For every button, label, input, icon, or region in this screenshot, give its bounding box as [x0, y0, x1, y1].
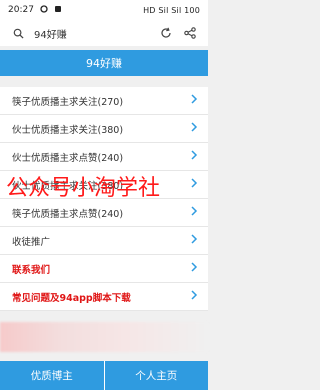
tab-profile[interactable]: 个人主页: [103, 361, 208, 390]
chevron-right-icon: [190, 150, 198, 163]
status-indicators: HD Sil Sil 100: [143, 5, 200, 15]
menu-item-faq-download[interactable]: 常见问题及94app脚本下载: [0, 283, 208, 311]
status-time: 20:27: [8, 5, 34, 15]
menu-item-huoshi-follow-2[interactable]: 伙士优质播主求关注(380): [0, 171, 208, 199]
refresh-icon[interactable]: [158, 25, 174, 41]
chevron-right-icon: [190, 262, 198, 275]
chevron-right-icon: [190, 290, 198, 303]
menu-item-huoshi-follow[interactable]: 伙士优质播主求关注(380): [0, 115, 208, 143]
chevron-right-icon: [190, 94, 198, 107]
search-row: 94好赚: [0, 20, 208, 46]
notification-icon: [40, 4, 48, 16]
page-title: 94好赚: [0, 50, 208, 76]
menu-item-label: 筷子优质播主求点赞(240): [12, 208, 124, 220]
chevron-right-icon: [190, 206, 198, 219]
menu-item-referral[interactable]: 收徒推广: [0, 227, 208, 255]
share-icon[interactable]: [182, 25, 198, 41]
menu-item-label: 常见问题及94app脚本下载: [12, 292, 131, 304]
bottom-tab-bar: 优质博主 个人主页: [0, 361, 208, 390]
chevron-right-icon: [190, 234, 198, 247]
app-notification-icon: [54, 5, 62, 16]
menu-item-label: 伙士优质播主求点赞(240): [12, 152, 124, 164]
blurred-ad-banner: [0, 322, 208, 352]
menu-item-kuaizi-follow[interactable]: 筷子优质播主求关注(270): [0, 87, 208, 115]
status-bar: 20:27 HD Sil Sil 100: [0, 0, 208, 20]
menu-item-label: 收徒推广: [12, 236, 51, 248]
menu-list: 筷子优质播主求关注(270) 伙士优质播主求关注(380) 伙士优质播主求点赞(…: [0, 87, 208, 311]
search-icon[interactable]: [10, 28, 26, 39]
menu-item-kuaizi-like[interactable]: 筷子优质播主求点赞(240): [0, 199, 208, 227]
menu-item-label: 联系我们: [12, 264, 51, 276]
menu-item-huoshi-like[interactable]: 伙士优质播主求点赞(240): [0, 143, 208, 171]
menu-item-label: 筷子优质播主求关注(270): [12, 96, 124, 108]
menu-item-label: 伙士优质播主求关注(380): [12, 180, 124, 192]
chevron-right-icon: [190, 122, 198, 135]
menu-item-label: 伙士优质播主求关注(380): [12, 124, 124, 136]
status-left: 20:27: [8, 4, 62, 16]
chevron-right-icon: [190, 178, 198, 191]
menu-item-contact-us[interactable]: 联系我们: [0, 255, 208, 283]
tab-featured-creators[interactable]: 优质博主: [0, 361, 104, 390]
search-input[interactable]: 94好赚: [34, 26, 158, 41]
